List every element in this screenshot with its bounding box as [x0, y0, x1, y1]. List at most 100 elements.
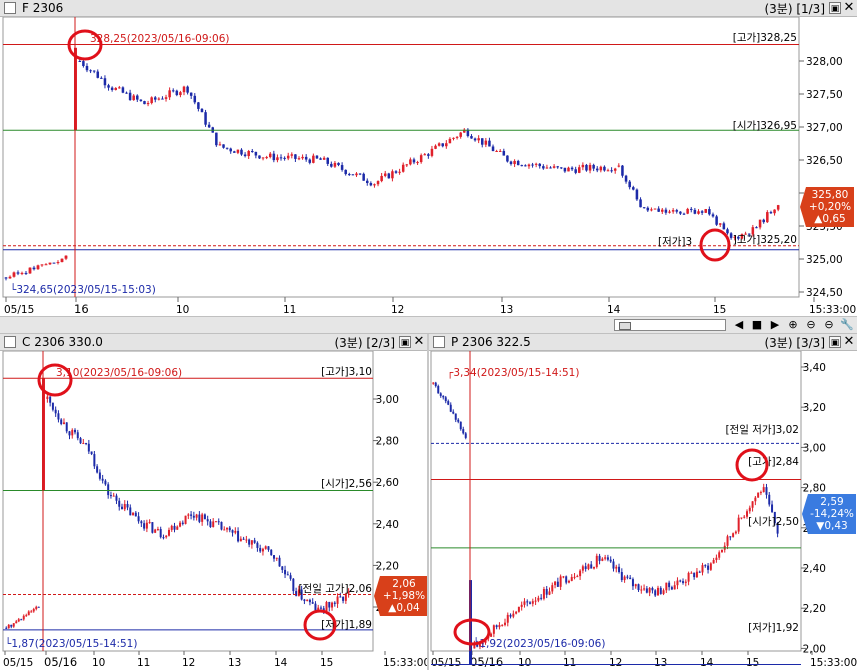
p-main-candle	[509, 614, 512, 617]
p-main-candle	[581, 566, 584, 571]
panel-p-checkbox[interactable]	[433, 336, 445, 348]
f-main-candle	[578, 167, 581, 173]
c-main-candle	[328, 601, 331, 608]
p-main-candle	[562, 576, 565, 578]
panel-divider[interactable]	[427, 334, 429, 670]
c-main-candle	[342, 596, 345, 601]
f-main-candle	[315, 155, 319, 159]
zoom-out-icon[interactable]: ⊖	[804, 318, 818, 332]
scroll-right-icon[interactable]: ▶	[768, 318, 782, 332]
f-main-candle	[441, 143, 444, 147]
p-xtick-label: 13	[654, 657, 667, 669]
c-day1-candle	[12, 623, 15, 627]
panel-c-chart[interactable]: 3,002,802,602,402,202,0005/1505/16101112…	[0, 351, 427, 670]
f-main-candle	[452, 137, 455, 139]
panel-f-chart[interactable]: 328,00327,50327,00326,50326,00325,50325,…	[0, 17, 857, 316]
panel-c-checkbox[interactable]	[4, 336, 16, 348]
p-main-candle	[620, 572, 623, 581]
p-main-candle	[629, 577, 632, 580]
c-day1-candle	[22, 615, 25, 620]
f-main-candle	[606, 170, 610, 172]
c-ytick-label: 2,80	[376, 436, 399, 448]
c-low-label: └1,87(2023/05/15-14:51)	[5, 637, 137, 650]
c-price-tag-pct: +1,98%	[383, 590, 425, 602]
c-day1-candle	[35, 606, 38, 610]
c-main-candle	[156, 529, 159, 531]
c-main-candle	[306, 599, 309, 601]
c-main-candle	[278, 557, 281, 567]
f-day1-candle	[24, 272, 28, 274]
c-main-candle	[270, 549, 273, 556]
panel-p-maximize-icon[interactable]: ▣	[829, 336, 841, 348]
f-main-candle	[613, 168, 617, 171]
f-main-candle	[85, 65, 89, 71]
c-price-tag-change: ▲0,04	[388, 602, 420, 614]
f-main-candle	[527, 164, 531, 167]
p-main-candle	[515, 611, 518, 614]
f-main-candle	[366, 180, 369, 184]
f-main-candle	[175, 90, 179, 96]
p-day1-candle	[449, 404, 452, 412]
p-main-candle	[701, 565, 704, 573]
f-ytick-label: 325,00	[806, 254, 843, 266]
p-day1-candle	[462, 429, 465, 434]
p-main-candle	[512, 613, 515, 617]
p-main-candle	[590, 564, 593, 569]
zoom-reset-icon[interactable]: ⊖	[822, 318, 836, 332]
f-tail-candle	[722, 223, 726, 230]
zoom-in-icon[interactable]: ⊕	[786, 318, 800, 332]
p-xtick-label: 14	[700, 657, 714, 669]
scroll-thumb[interactable]	[619, 322, 631, 330]
c-main-candle	[49, 396, 52, 403]
panel-p-chart[interactable]: 3,403,203,002,802,602,402,202,0005/1505/…	[429, 351, 857, 670]
f-tail-candle	[661, 209, 664, 212]
p-main-candle	[609, 559, 612, 562]
c-main-candle	[286, 574, 289, 576]
f-main-candle	[322, 157, 326, 160]
f-tail-candle	[668, 211, 671, 213]
p-main-candle	[551, 585, 554, 592]
f-day1-candle	[4, 277, 8, 279]
stop-icon[interactable]: ■	[750, 318, 764, 332]
c-ytick-label: 3,00	[376, 394, 399, 406]
f-day1-candle	[60, 258, 64, 263]
p-main-candle	[490, 633, 493, 637]
panel-c-close-icon[interactable]: ✕	[413, 335, 425, 348]
c-main-candle	[239, 538, 242, 542]
c-xtick-label: 05/15	[3, 657, 33, 669]
f-xtick-label: 10	[176, 304, 189, 316]
f-main-candle	[171, 90, 175, 92]
panel-f-close-icon[interactable]: ✕	[843, 1, 855, 14]
f-main-candle	[445, 143, 448, 147]
panel-f-title: F 2306	[22, 1, 64, 15]
settings-wrench-icon[interactable]: 🔧	[840, 318, 854, 332]
f-tail-candle	[700, 211, 704, 213]
panel-f-maximize-icon[interactable]: ▣	[829, 2, 841, 14]
p-main-candle	[737, 517, 740, 532]
c-main-candle	[145, 522, 148, 529]
c-main-candle	[148, 522, 151, 524]
f-main-candle	[121, 87, 125, 93]
f-tail-candle	[773, 209, 776, 214]
c-main-candle	[129, 507, 132, 516]
c-main-candle	[259, 547, 262, 552]
panel-f-checkbox[interactable]	[4, 2, 16, 14]
f-main-candle	[567, 167, 570, 172]
p-main-candle	[659, 587, 662, 594]
scroll-left-icon[interactable]: ◀	[732, 318, 746, 332]
c-main-candle	[65, 422, 68, 432]
panel-p-close-icon[interactable]: ✕	[843, 335, 855, 348]
c-main-candle	[132, 512, 135, 516]
f-main-candle	[362, 173, 365, 181]
panel-c-maximize-icon[interactable]: ▣	[399, 336, 411, 348]
p-main-candle	[565, 576, 568, 583]
c-main-candle	[134, 512, 137, 517]
c-main-candle	[176, 526, 179, 530]
p-day1-candle	[454, 413, 457, 420]
f-tail-candle	[628, 181, 631, 188]
f-main-candle	[509, 161, 513, 165]
c-main-candle	[118, 500, 121, 507]
c-main-candle	[62, 422, 65, 424]
time-scrollbar[interactable]	[614, 319, 726, 331]
p-day1-candle	[459, 421, 462, 430]
